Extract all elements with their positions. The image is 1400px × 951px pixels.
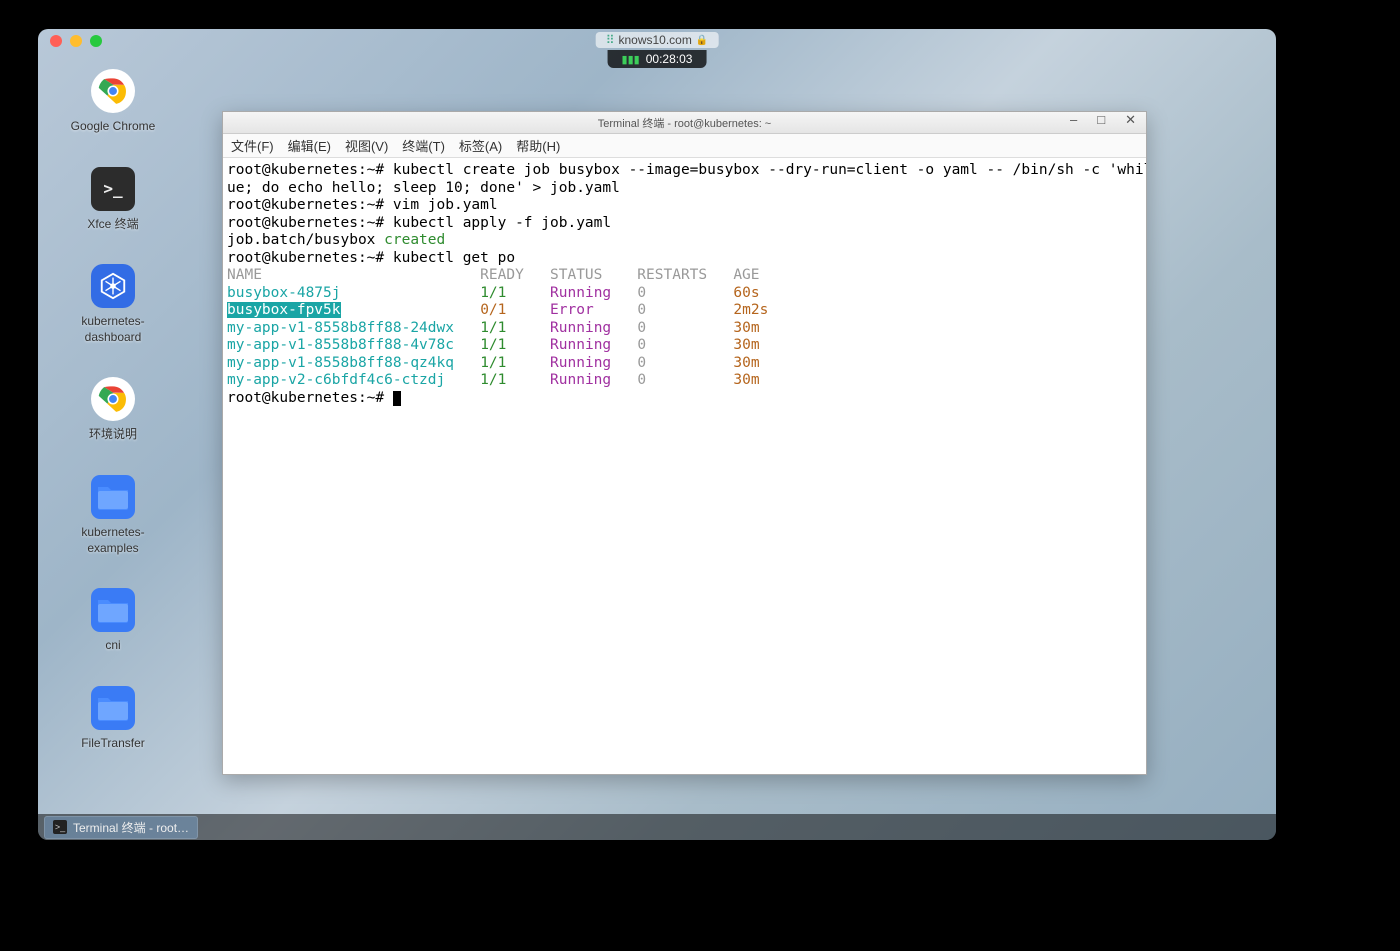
terminal-window: Terminal 终端 - root@kubernetes: ~ – □ ✕ 文…	[222, 111, 1147, 775]
menu-item-0[interactable]: 文件(F)	[231, 136, 274, 155]
menu-item-2[interactable]: 视图(V)	[345, 136, 388, 155]
desktop-icon-label: kubernetes-examples	[60, 525, 166, 556]
terminal-titlebar: Terminal 终端 - root@kubernetes: ~ – □ ✕	[223, 112, 1146, 134]
minimize-window-button[interactable]	[70, 35, 82, 47]
maximize-window-button[interactable]	[90, 35, 102, 47]
desktop-icon-0[interactable]: Google Chrome	[60, 69, 166, 135]
desktop-icon-label: 环境说明	[89, 427, 137, 443]
taskbar-item-label: Terminal 终端 - root…	[73, 819, 189, 836]
folder-icon	[91, 475, 135, 519]
close-window-button[interactable]	[50, 35, 62, 47]
desktop-icon-6[interactable]: FileTransfer	[60, 686, 166, 752]
browser-window: ⠿ knows10.com 🔒 ▮▮▮ 00:28:03 Google Chro…	[38, 29, 1276, 840]
desktop-icon-label: kubernetes-dashboard	[60, 314, 166, 345]
terminal-icon: >_	[53, 820, 67, 834]
desktop-icon-4[interactable]: kubernetes-examples	[60, 475, 166, 556]
desktop-icon-3[interactable]: 环境说明	[60, 377, 166, 443]
kubernetes-icon	[91, 264, 135, 308]
timer-value: 00:28:03	[646, 52, 693, 66]
terminal-minimize-button[interactable]: –	[1066, 112, 1081, 128]
chrome-icon	[91, 377, 135, 421]
desktop-icon-2[interactable]: kubernetes-dashboard	[60, 264, 166, 345]
taskbar: >_ Terminal 终端 - root…	[38, 814, 1276, 840]
mac-titlebar: ⠿ knows10.com 🔒	[38, 29, 1276, 51]
cursor	[393, 391, 401, 406]
terminal-window-controls: – □ ✕	[1066, 112, 1140, 128]
traffic-lights	[50, 35, 102, 47]
desktop-icon-5[interactable]: cni	[60, 588, 166, 654]
desktop-icon-label: FileTransfer	[81, 736, 145, 752]
terminal-icon: >_	[91, 167, 135, 211]
translate-icon: ⠿	[606, 33, 615, 47]
lock-icon: 🔒	[696, 35, 708, 46]
terminal-maximize-button[interactable]: □	[1093, 112, 1109, 128]
session-timer: ▮▮▮ 00:28:03	[608, 50, 707, 68]
menu-item-4[interactable]: 标签(A)	[459, 136, 502, 155]
terminal-title: Terminal 终端 - root@kubernetes: ~	[598, 115, 771, 131]
folder-icon	[91, 686, 135, 730]
desktop-icon-label: Xfce 终端	[87, 217, 138, 233]
menu-item-1[interactable]: 编辑(E)	[288, 136, 331, 155]
desktop-icon-label: cni	[105, 638, 120, 654]
folder-icon	[91, 588, 135, 632]
signal-icon: ▮▮▮	[622, 53, 640, 66]
menu-item-5[interactable]: 帮助(H)	[516, 136, 560, 155]
desktop-icon-1[interactable]: >_ Xfce 终端	[60, 167, 166, 233]
terminal-close-button[interactable]: ✕	[1121, 112, 1140, 128]
url-domain: knows10.com	[618, 33, 691, 47]
menu-item-3[interactable]: 终端(T)	[402, 136, 445, 155]
terminal-body[interactable]: root@kubernetes:~# kubectl create job bu…	[223, 158, 1146, 774]
url-bar[interactable]: ⠿ knows10.com 🔒	[596, 32, 719, 48]
desktop-icons: Google Chrome >_ Xfce 终端 kubernetes-dashboa…	[60, 69, 166, 751]
taskbar-item-terminal[interactable]: >_ Terminal 终端 - root…	[44, 816, 198, 839]
chrome-icon	[91, 69, 135, 113]
desktop-icon-label: Google Chrome	[71, 119, 156, 135]
terminal-menubar: 文件(F) 编辑(E) 视图(V) 终端(T) 标签(A) 帮助(H)	[223, 134, 1146, 158]
